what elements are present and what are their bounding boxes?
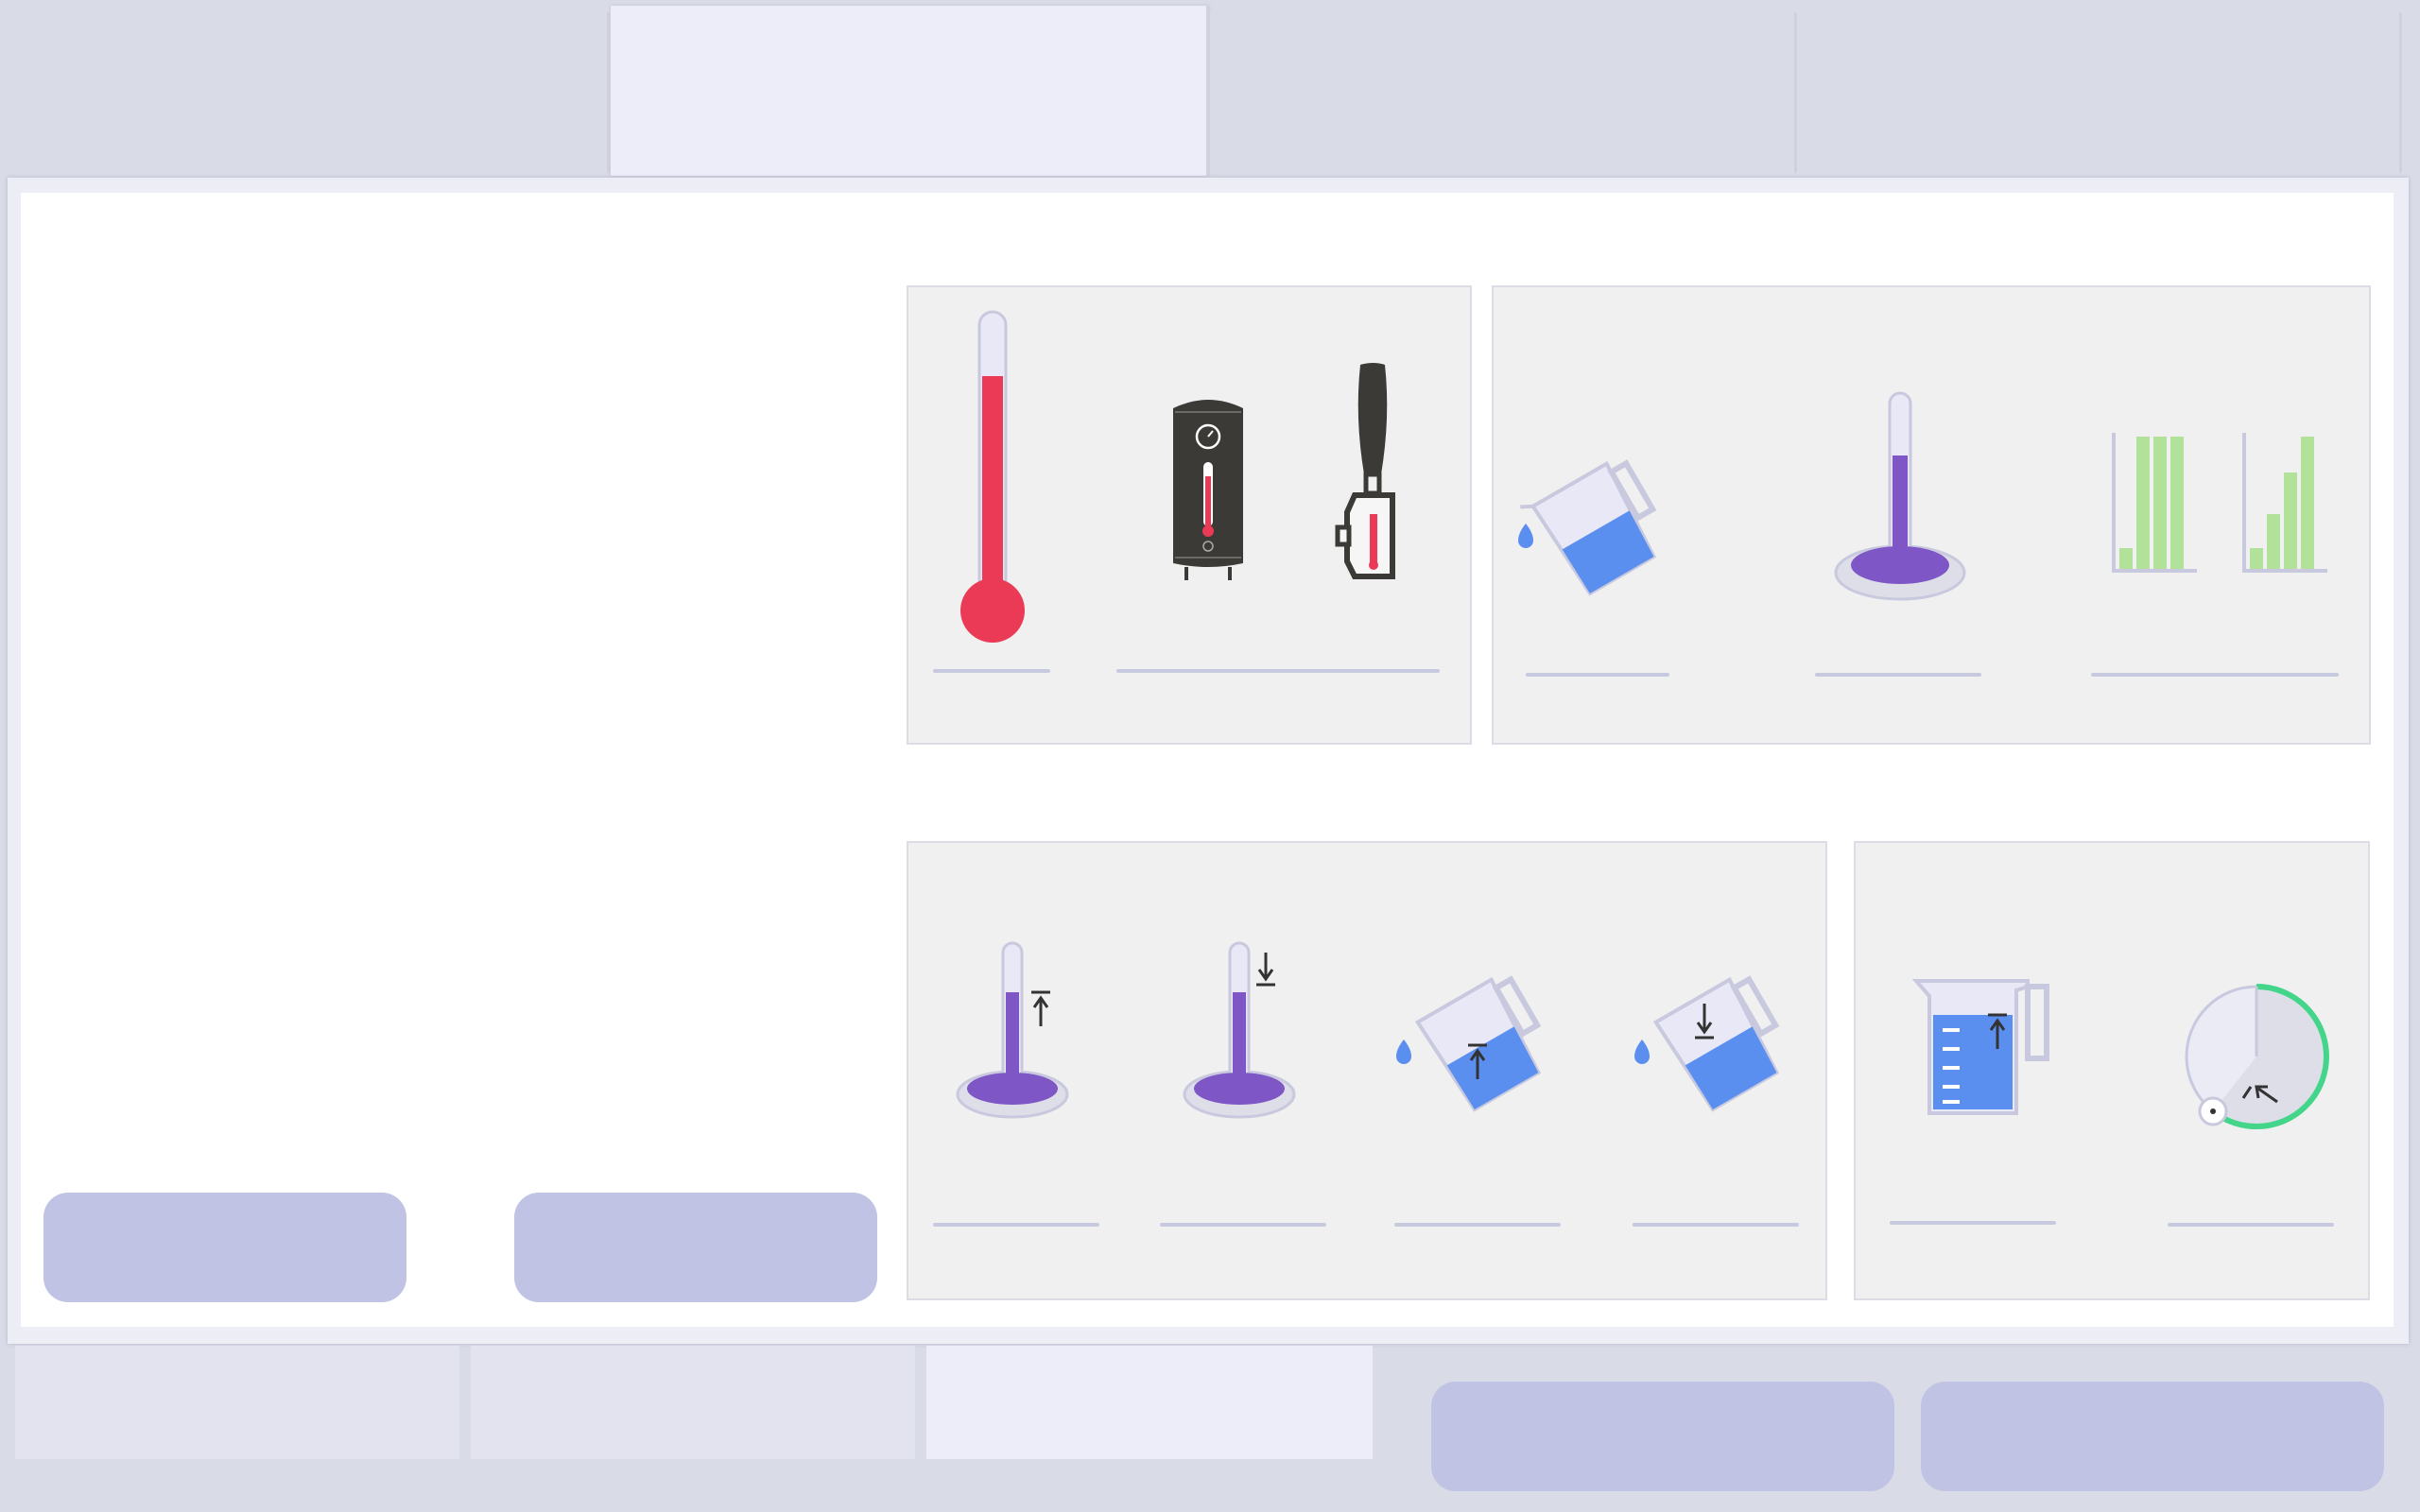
heater-caption-line: [1116, 669, 1440, 673]
jug-up-caption-line: [1394, 1223, 1561, 1227]
top-tab-1[interactable]: [21, 12, 610, 173]
bottom-action-button-1[interactable]: [1431, 1382, 1894, 1491]
timer-dial-icon: [2185, 984, 2329, 1129]
measuring-jug-option[interactable]: [1910, 977, 2052, 1128]
thermometer-option[interactable]: [956, 310, 1031, 650]
water-heater-icon: [1173, 400, 1243, 580]
gauge-up-caption-line: [933, 1223, 1099, 1227]
measuring-jug-caption-line: [1890, 1221, 2056, 1225]
bottom-tab-1[interactable]: [15, 1346, 459, 1459]
pouring-jug-icon: [1518, 459, 1657, 596]
pouring-jug-caption-line: [1526, 673, 1669, 677]
espresso-portafilter-thermometer-icon: [1335, 363, 1395, 579]
jug-level-up-icon: [1396, 975, 1542, 1112]
left-action-button-2[interactable]: [514, 1193, 877, 1302]
bottom-tab-2[interactable]: [471, 1346, 915, 1459]
card-volume-time: [1854, 841, 2370, 1300]
gauge-up-option[interactable]: [956, 939, 1080, 1128]
timer-dial-option[interactable]: [2177, 981, 2338, 1142]
top-tab-2[interactable]: [611, 6, 1209, 176]
bar-levels-option[interactable]: [2110, 429, 2329, 590]
level-gauge-icon: [1834, 391, 1966, 601]
card-level-changes: [907, 841, 1827, 1300]
measuring-jug-up-icon: [1911, 979, 2049, 1115]
left-action-button-1[interactable]: [43, 1193, 406, 1302]
gauge-level-down-icon: [1183, 941, 1296, 1119]
gauge-down-option[interactable]: [1183, 939, 1307, 1128]
thermometer-caption-line: [933, 669, 1050, 673]
pouring-jug-option[interactable]: [1512, 438, 1664, 599]
top-tab-3[interactable]: [1210, 12, 1797, 173]
bar-levels-caption-line: [2091, 673, 2339, 677]
jug-down-option[interactable]: [1631, 954, 1791, 1125]
card-temperature: [907, 285, 1472, 745]
bottom-tab-3[interactable]: [926, 1346, 1373, 1459]
level-gauge-option[interactable]: [1834, 387, 1966, 614]
jug-up-option[interactable]: [1392, 954, 1553, 1125]
water-heater-option[interactable]: [1166, 391, 1251, 590]
bar-levels-icon: [2112, 433, 2327, 573]
timer-dial-caption-line: [2168, 1223, 2334, 1227]
bottom-action-button-2[interactable]: [1921, 1382, 2384, 1491]
card-measurement: [1492, 285, 2371, 745]
gauge-down-caption-line: [1160, 1223, 1326, 1227]
jug-down-caption-line: [1633, 1223, 1799, 1227]
thermometer-icon: [960, 310, 1025, 643]
top-tab-4[interactable]: [1798, 12, 2402, 173]
espresso-thermometer-option[interactable]: [1334, 361, 1409, 597]
jug-level-down-icon: [1634, 975, 1780, 1112]
level-gauge-caption-line: [1815, 673, 1981, 677]
gauge-level-up-icon: [956, 941, 1069, 1119]
